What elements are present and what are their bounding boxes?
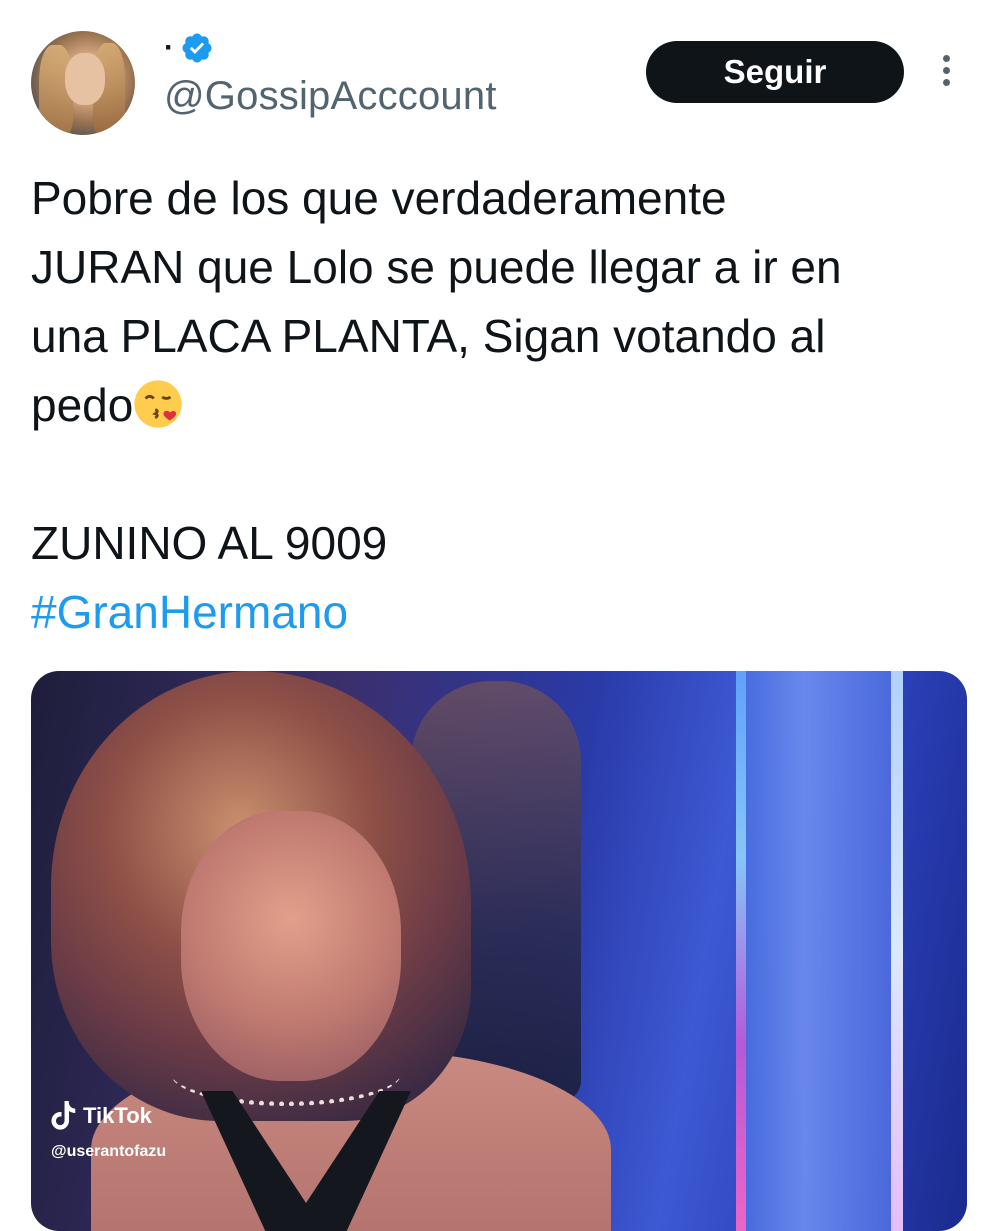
author-handle[interactable]: @GossipAcccount (164, 72, 497, 120)
kiss-emoji-icon (134, 380, 182, 428)
more-dot (942, 67, 950, 74)
tweet-line-with-emoji: pedo (31, 371, 961, 440)
media-light-strip (891, 671, 903, 1231)
tweet-line: Pobre de los que verdaderamente (31, 172, 727, 224)
tiktok-username: @userantofazu (51, 1143, 167, 1160)
tweet-text: Pobre de los que verdaderamente JURAN qu… (31, 164, 961, 647)
tiktok-watermark: TikTok @userantofazu (51, 1101, 166, 1161)
author-display-name[interactable]: · (164, 30, 174, 66)
tweet-line: pedo (31, 379, 134, 431)
tiktok-logo-icon (51, 1101, 76, 1130)
verified-badge-icon (182, 33, 212, 63)
more-dot (942, 79, 950, 86)
tweet-line: ZUNINO AL 9009 (31, 517, 388, 569)
media-light-strip (736, 671, 746, 1231)
tiktok-brand: TikTok (51, 1101, 166, 1131)
tweet-line: JURAN que Lolo se puede llegar a ir en (31, 241, 842, 293)
follow-button[interactable]: Seguir (646, 41, 904, 103)
author-avatar[interactable] (31, 31, 135, 135)
hashtag-link[interactable]: #GranHermano (31, 578, 961, 647)
tweet-line: una PLACA PLANTA, Sigan votando al (31, 310, 826, 362)
tiktok-brand-name: TikTok (83, 1103, 152, 1128)
tweet-media-video[interactable]: TikTok @userantofazu (31, 671, 967, 1231)
avatar-face (65, 53, 105, 105)
more-dot (942, 55, 950, 62)
media-pillar (746, 671, 891, 1231)
more-options-icon[interactable] (936, 55, 956, 93)
author-name-row: · (164, 30, 214, 66)
